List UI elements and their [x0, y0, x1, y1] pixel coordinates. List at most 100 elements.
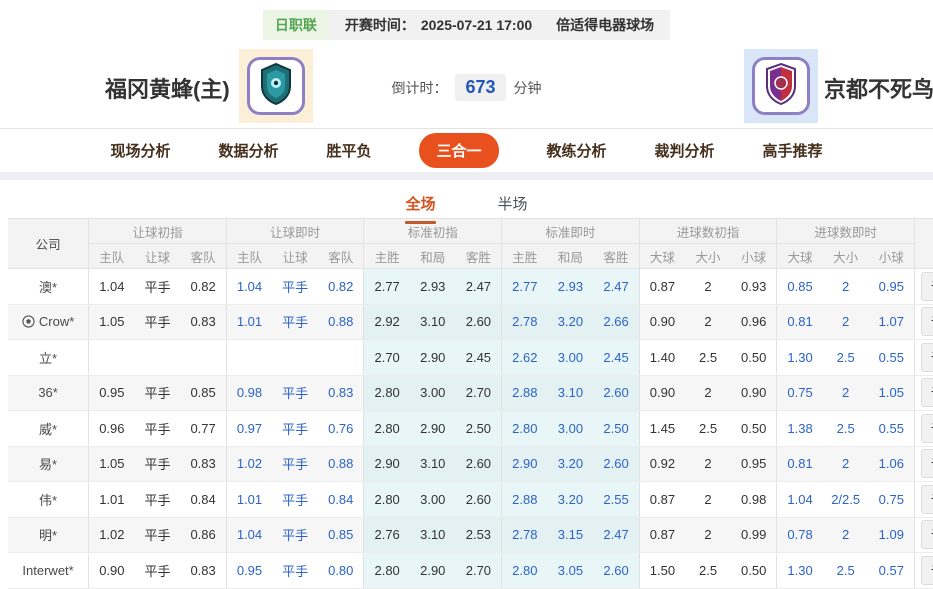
- odds-cell: 1.05: [868, 375, 915, 411]
- nav-tab[interactable]: 高手推荐: [763, 140, 823, 161]
- company-cell[interactable]: 36*: [8, 375, 89, 411]
- odds-cell: 1.38: [776, 410, 823, 447]
- nav-tab[interactable]: 裁判分析: [655, 140, 715, 161]
- odds-cell: 0.96: [730, 304, 777, 340]
- odds-cell: 平手: [272, 375, 319, 411]
- odds-cell: 2.92: [363, 304, 410, 340]
- detail-button[interactable]: 详: [920, 520, 933, 550]
- odds-cell: 0.82: [318, 268, 364, 305]
- company-cell[interactable]: 伟*: [8, 481, 89, 518]
- odds-cell: 1.05: [88, 446, 135, 482]
- nav-tab[interactable]: 数据分析: [218, 140, 278, 161]
- odds-cell: 2.90: [409, 410, 456, 447]
- odds-cell: 1.04: [225, 268, 273, 305]
- company-cell[interactable]: 明*: [8, 517, 89, 553]
- odds-cell: 0.84: [180, 481, 227, 518]
- nav-tab[interactable]: 三合一: [419, 133, 499, 168]
- odds-cell: 2: [685, 304, 731, 340]
- odds-cell: 0.81: [776, 446, 823, 482]
- odds-cell: [272, 339, 319, 376]
- odds-cell: 2.90: [501, 446, 548, 482]
- detail-button[interactable]: 详: [920, 307, 933, 337]
- odds-cell: 1.01: [88, 481, 135, 518]
- countdown-unit: 分钟: [513, 79, 542, 96]
- odds-cell: 1.07: [868, 304, 915, 340]
- column-group-header: 标准初指: [363, 218, 502, 244]
- odds-cell: 1.02: [225, 446, 273, 482]
- odds-cell: 0.92: [638, 446, 686, 482]
- odds-cell: 2: [685, 375, 731, 411]
- odds-cell: 2.5: [822, 339, 869, 376]
- nav-tabs: 现场分析 数据分析 胜平负 三合一 教练分析 裁判分析 高手推荐: [0, 129, 933, 172]
- detail-button[interactable]: 详: [920, 271, 933, 301]
- company-cell[interactable]: 威*: [8, 410, 89, 447]
- column-subheader: 主队: [88, 243, 135, 269]
- odds-cell: 2.45: [593, 339, 640, 376]
- company-cell[interactable]: 易*: [8, 446, 89, 482]
- odds-cell: 2: [822, 304, 869, 340]
- odds-cell: 2.50: [455, 410, 502, 447]
- detail-button[interactable]: 详: [920, 413, 933, 443]
- detail-button[interactable]: 详: [920, 484, 933, 514]
- column-group-header: 标准即时: [501, 218, 640, 244]
- odds-cell: 2.88: [501, 481, 548, 518]
- period-subtab[interactable]: 半场: [498, 193, 528, 218]
- odds-cell: 2.60: [593, 446, 640, 482]
- odds-cell: 2.60: [593, 375, 640, 411]
- odds-cell: 0.99: [730, 517, 777, 553]
- odds-cell: 2.70: [363, 339, 410, 376]
- odds-cell: 0.83: [180, 446, 227, 482]
- odds-cell: 0.82: [180, 268, 227, 305]
- odds-row: 威* 0.96 平手 0.77 0.97 平手 0.76 2.80 2.90 2.50 2.80 3.…: [8, 410, 933, 447]
- column-subheader: 让球: [272, 243, 319, 269]
- odds-cell: 2: [822, 517, 869, 553]
- odds-cell: 平手: [134, 410, 181, 447]
- odds-cell: 3.15: [547, 517, 594, 553]
- company-cell[interactable]: Interwet*: [8, 552, 89, 589]
- odds-cell: 1.01: [225, 304, 273, 340]
- odds-cell: 0.81: [776, 304, 823, 340]
- column-header-company: 公司: [8, 218, 89, 269]
- odds-cell: 2.55: [593, 481, 640, 518]
- odds-table: 公司 让球初指 让球即时 标准初指 标准即时 进球数初指 进球数即时 主队 让球 客队 主队 让球 客队…: [8, 218, 933, 589]
- odds-cell: 1.40: [638, 339, 686, 376]
- odds-cell: 平手: [134, 446, 181, 482]
- period-subtab[interactable]: 全场: [405, 193, 436, 224]
- column-group-header: 进球数即时: [776, 218, 915, 244]
- odds-cell: 1.30: [776, 339, 823, 376]
- odds-cell: 0.57: [868, 552, 915, 589]
- kickoff-label: 开赛时间：: [344, 17, 415, 33]
- odds-cell: 1.04: [776, 481, 823, 518]
- company-cell[interactable]: Crow*: [8, 304, 89, 340]
- company-cell[interactable]: 澳*: [8, 268, 89, 305]
- detail-button[interactable]: 详: [920, 342, 933, 372]
- nav-tab[interactable]: 现场分析: [110, 140, 170, 161]
- odds-cell: 2.47: [593, 268, 640, 305]
- odds-cell: 0.75: [776, 375, 823, 411]
- column-header-detail: [913, 218, 933, 269]
- odds-row: 明* 1.02 平手 0.86 1.04 平手 0.85 2.76 3.10 2.53 2.78 3.…: [8, 517, 933, 553]
- odds-cell: 2.76: [363, 517, 410, 553]
- column-group-header: 进球数初指: [638, 218, 777, 244]
- column-subheader: 让球: [134, 243, 181, 269]
- odds-cell: 平手: [134, 375, 181, 411]
- column-subheader: 主胜: [363, 243, 410, 269]
- kickoff-time: 2025-07-21 17:00: [420, 17, 533, 33]
- nav-tab[interactable]: 胜平负: [326, 140, 371, 161]
- detail-button[interactable]: 详: [920, 378, 933, 408]
- odds-cell: 2/2.5: [822, 481, 869, 518]
- odds-cell: 2.90: [409, 552, 456, 589]
- league-badge[interactable]: 日职联: [262, 10, 329, 40]
- odds-table-body: 澳* 1.04 平手 0.82 1.04 平手 0.82 2.77 2.93 2.47 2.77 2.…: [8, 268, 933, 589]
- detail-button[interactable]: 详: [920, 449, 933, 479]
- away-crest-icon: [763, 62, 799, 111]
- odds-cell: 0.83: [180, 304, 227, 340]
- nav-tab[interactable]: 教练分析: [547, 140, 607, 161]
- column-subheader: 客队: [180, 243, 227, 269]
- detail-button[interactable]: 详: [920, 555, 933, 585]
- column-subheader: 主胜: [501, 243, 548, 269]
- column-subheader: 客胜: [455, 243, 502, 269]
- odds-cell: 0.85: [180, 375, 227, 411]
- odds-cell: 2.77: [501, 268, 548, 305]
- company-cell[interactable]: 立*: [8, 339, 89, 376]
